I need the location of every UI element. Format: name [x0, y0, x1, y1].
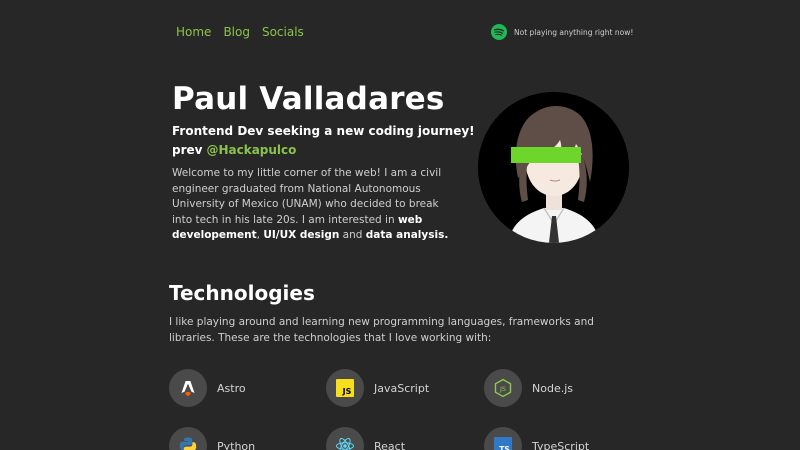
avatar: [478, 92, 629, 243]
intro-paragraph: Welcome to my little corner of the web! …: [172, 166, 462, 244]
tech-item-typescript: TS TypeScript: [484, 427, 589, 450]
nav-blog-link[interactable]: Blog: [223, 25, 250, 39]
technologies-heading: Technologies: [169, 281, 315, 305]
tech-item-javascript: JS JavaScript: [326, 369, 429, 407]
tech-label: Astro: [217, 381, 246, 395]
typescript-icon: TS: [484, 427, 522, 450]
tech-item-python: Python: [169, 427, 255, 450]
avatar-illustration: [478, 92, 629, 243]
svg-text:JS: JS: [499, 385, 506, 393]
python-icon: [169, 427, 207, 450]
tech-item-react: React: [326, 427, 405, 450]
tech-item-astro: Astro: [169, 369, 246, 407]
nav-home-link[interactable]: Home: [176, 25, 211, 39]
tagline: Frontend Dev seeking a new coding journe…: [172, 122, 475, 160]
main-nav: Home Blog Socials: [176, 25, 304, 39]
interest-uiux: UI/UX design: [263, 229, 340, 241]
spotify-status: Not playing anything right now!: [491, 24, 633, 40]
tech-item-nodejs: JS Node.js: [484, 369, 573, 407]
svg-text:TS: TS: [499, 445, 510, 450]
spotify-status-text: Not playing anything right now!: [514, 27, 634, 37]
spotify-icon: [491, 24, 507, 40]
prev-company-link[interactable]: @Hackapulco: [206, 143, 296, 157]
tech-label: Node.js: [532, 381, 573, 395]
nodejs-icon: JS: [484, 369, 522, 407]
javascript-icon: JS: [326, 369, 364, 407]
page-title: Paul Valladares: [172, 81, 445, 117]
tech-label: Python: [217, 439, 256, 450]
prev-company: prev @Hackapulco: [172, 141, 475, 160]
tech-label: React: [374, 439, 406, 450]
nav-socials-link[interactable]: Socials: [262, 25, 304, 39]
react-icon: [326, 427, 364, 450]
svg-text:JS: JS: [342, 387, 352, 396]
tech-label: JavaScript: [374, 381, 430, 395]
prev-label: prev: [172, 143, 203, 157]
technologies-description: I like playing around and learning new p…: [169, 316, 594, 344]
interest-data: data analysis.: [365, 229, 449, 241]
astro-icon: [169, 369, 207, 407]
intro-sep-2: and: [339, 229, 366, 241]
tagline-text: Frontend Dev seeking a new coding journe…: [172, 124, 475, 138]
tech-label: TypeScript: [532, 439, 590, 450]
